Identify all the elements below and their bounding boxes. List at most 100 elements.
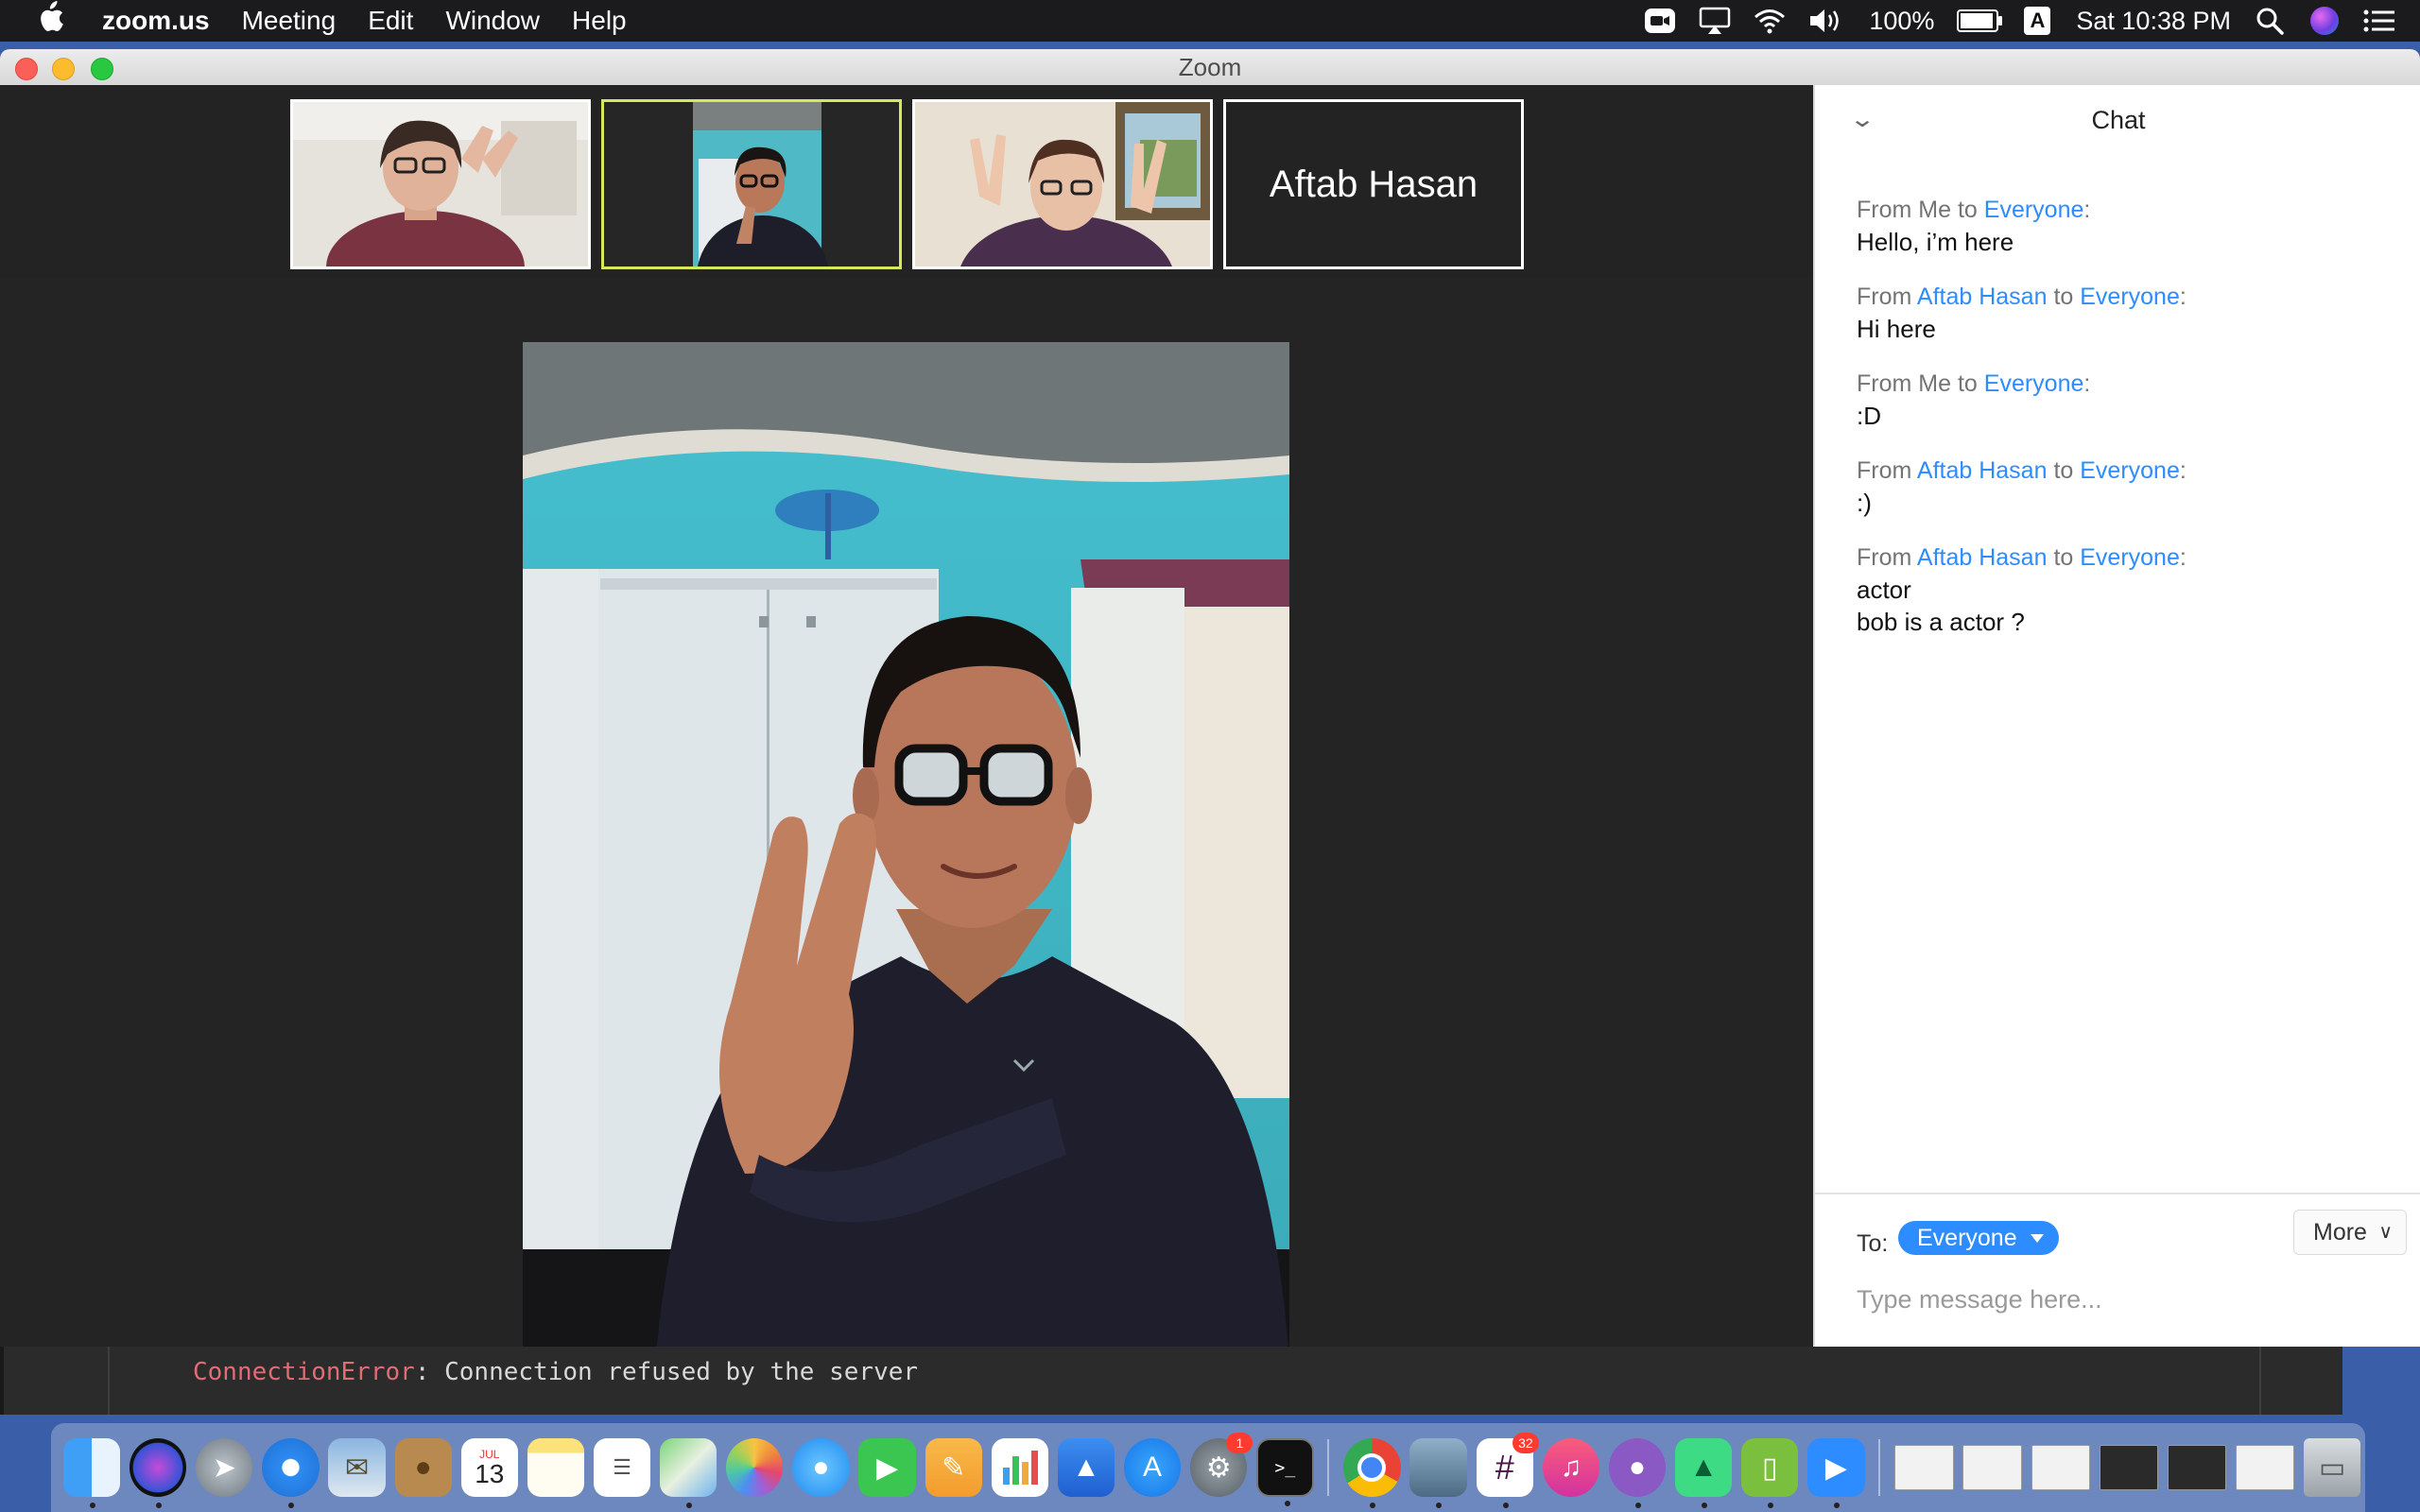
message-header: From Aftab Hasan to Everyone:: [1857, 544, 2187, 571]
contacts-icon[interactable]: ●: [394, 1438, 452, 1497]
notes-icon[interactable]: [527, 1438, 585, 1497]
error-name: ConnectionError: [193, 1358, 415, 1386]
safari-icon[interactable]: [262, 1438, 320, 1508]
message-text: :D: [1857, 402, 1881, 430]
reminders-icon[interactable]: ☰: [593, 1438, 651, 1497]
recipient-link[interactable]: Everyone: [1984, 370, 2084, 397]
notification-center-icon[interactable]: [2363, 5, 2395, 37]
more-button[interactable]: More ∨: [2293, 1210, 2407, 1255]
genymotion-icon[interactable]: ▯: [1741, 1438, 1799, 1508]
participant-thumbnail[interactable]: [912, 99, 1213, 269]
menu-app-name[interactable]: zoom.us: [102, 6, 210, 36]
participant-thumbnail-active[interactable]: [601, 99, 902, 269]
speaker-video-frame: [523, 342, 1289, 1347]
terminal-output-line: ConnectionError: Connection refused by t…: [193, 1358, 918, 1386]
participant-thumbnail-no-video[interactable]: Aftab Hasan: [1223, 99, 1524, 269]
chat-panel: ⌄ Chat From Me to Everyone: Hello, i’m h…: [1813, 85, 2420, 1347]
spotlight-icon[interactable]: [2254, 5, 2286, 37]
error-message: : Connection refused by the server: [414, 1358, 919, 1386]
airplay-icon[interactable]: [1699, 5, 1731, 37]
minimized-window-thumbnail[interactable]: [2167, 1445, 2227, 1490]
mail-icon[interactable]: ✉: [328, 1438, 386, 1497]
minimized-window-thumbnail[interactable]: [2031, 1445, 2090, 1490]
window-title: Zoom: [1178, 53, 1242, 81]
menu-clock[interactable]: Sat 10:38 PM: [2076, 7, 2231, 36]
message-text: Hi here: [1857, 315, 1936, 343]
recipient-link[interactable]: Everyone: [2080, 544, 2180, 571]
zoom-status-icon[interactable]: [1644, 5, 1676, 37]
android-studio-icon[interactable]: ▲: [1674, 1438, 1733, 1508]
background-terminal[interactable]: ConnectionError: Connection refused by t…: [0, 1347, 2342, 1415]
calendar-icon[interactable]: JUL 13: [460, 1438, 518, 1497]
siri-icon[interactable]: [2308, 5, 2341, 37]
message-header: From Aftab Hasan to Everyone:: [1857, 457, 2187, 484]
menu-window[interactable]: Window: [445, 6, 540, 36]
preview-icon[interactable]: [1409, 1438, 1467, 1508]
participant-thumbnail-strip: Aftab Hasan: [0, 85, 1813, 278]
sender-link[interactable]: Aftab Hasan: [1917, 457, 2048, 484]
menu-extras: 100% A Sat 10:38 PM: [1644, 0, 2395, 42]
sender: Me: [1918, 370, 1952, 397]
recipient-link[interactable]: Everyone: [2080, 457, 2180, 484]
battery-charging-icon[interactable]: [1957, 5, 2003, 37]
recipient-link[interactable]: Everyone: [2080, 284, 2180, 310]
app-store-icon[interactable]: A: [1123, 1438, 1182, 1497]
sender-link[interactable]: Aftab Hasan: [1917, 544, 2048, 571]
photos-icon[interactable]: [726, 1438, 784, 1497]
menu-help[interactable]: Help: [572, 6, 627, 36]
trash-icon[interactable]: ▭: [2304, 1438, 2361, 1497]
message-input[interactable]: [1857, 1276, 2403, 1323]
apple-menu-icon[interactable]: [36, 0, 74, 42]
caret-down-icon: [2030, 1234, 2044, 1243]
input-source-icon[interactable]: A: [2021, 5, 2053, 37]
message-text: actor: [1857, 576, 1911, 604]
finder-icon[interactable]: [62, 1438, 121, 1508]
sender: Me: [1918, 197, 1952, 223]
minimized-window-thumbnail[interactable]: [2099, 1445, 2158, 1490]
chrome-icon[interactable]: [1343, 1438, 1401, 1508]
recipient-dropdown[interactable]: Everyone: [1898, 1221, 2059, 1255]
siri-icon[interactable]: [130, 1438, 187, 1508]
recipient-link[interactable]: Everyone: [1984, 197, 2084, 223]
to-label: To:: [1857, 1230, 1889, 1257]
chat-message: From Me to Everyone: :D: [1857, 368, 2403, 432]
dock-separator: [1327, 1439, 1330, 1496]
participant-video: [915, 102, 1210, 266]
participant-name: Aftab Hasan: [1226, 102, 1521, 266]
github-desktop-icon[interactable]: ●: [1608, 1438, 1667, 1508]
facetime-icon[interactable]: ▶: [858, 1438, 916, 1497]
maps-icon[interactable]: [660, 1438, 717, 1508]
participant-video: [293, 102, 588, 266]
sender-link[interactable]: Aftab Hasan: [1917, 284, 2048, 310]
menu-meeting[interactable]: Meeting: [242, 6, 337, 36]
chat-message: From Me to Everyone: Hello, i’m here: [1857, 194, 2403, 258]
system-preferences-icon[interactable]: ⚙ 1: [1190, 1433, 1253, 1497]
messages-icon[interactable]: ●: [792, 1438, 850, 1497]
chat-header: ⌄ Chat: [1815, 85, 2420, 159]
keynote-icon[interactable]: ▲: [1057, 1438, 1115, 1497]
video-area: Aftab Hasan: [0, 85, 1813, 1347]
chat-message: From Aftab Hasan to Everyone: actor bob …: [1857, 541, 2403, 638]
volume-icon[interactable]: [1808, 5, 1846, 37]
zoom-icon[interactable]: ▶: [1807, 1438, 1865, 1508]
minimized-window-thumbnail[interactable]: [1894, 1445, 1954, 1490]
participant-thumbnail[interactable]: [290, 99, 591, 269]
numbers-icon[interactable]: [991, 1438, 1048, 1497]
launchpad-icon[interactable]: ➤: [196, 1438, 253, 1497]
active-speaker-video: [523, 342, 1289, 1347]
chat-message: From Aftab Hasan to Everyone: Hi here: [1857, 281, 2403, 345]
pages-icon[interactable]: ✎: [925, 1438, 982, 1497]
music-icon[interactable]: ♫: [1542, 1438, 1600, 1497]
menu-edit[interactable]: Edit: [368, 6, 413, 36]
dock-separator: [1878, 1439, 1881, 1496]
minimized-window-thumbnail[interactable]: [1962, 1445, 2022, 1490]
terminal-gutter: [108, 1347, 110, 1415]
slack-icon[interactable]: #32: [1476, 1433, 1539, 1508]
message-header: From Me to Everyone:: [1857, 370, 2091, 397]
wifi-icon[interactable]: [1754, 5, 1786, 37]
participant-video: [604, 102, 899, 266]
title-bar: Zoom: [0, 49, 2420, 86]
chevron-down-icon: ∨: [2378, 1222, 2393, 1243]
terminal-icon[interactable]: >_: [1256, 1438, 1314, 1506]
minimized-window-thumbnail[interactable]: [2235, 1445, 2295, 1490]
